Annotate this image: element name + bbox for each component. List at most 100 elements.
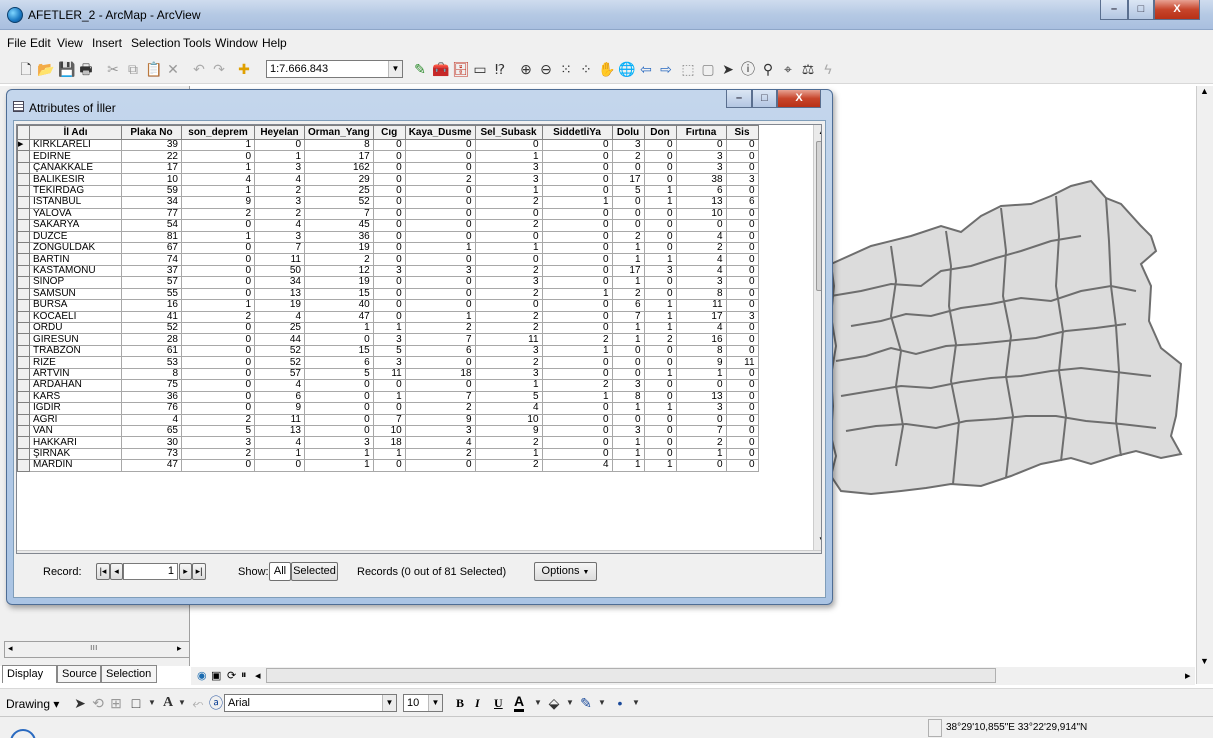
table-cell[interactable]: 52 [121,321,182,335]
row-selector[interactable] [17,413,30,426]
command-window-icon[interactable]: ▭ [472,61,488,77]
table-cell[interactable]: 0 [541,264,613,278]
col-header-dolu[interactable]: Dolu [611,125,645,140]
toc-horizontal-scrollbar[interactable]: ◂ ııı ▸ [4,641,190,658]
table-cell[interactable]: 0 [304,402,374,415]
table-cell[interactable]: 0 [372,276,406,289]
table-cell[interactable]: SAKARYA [29,219,122,232]
table-cell[interactable]: 0 [181,390,255,404]
col-header-don[interactable]: Don [643,125,677,140]
table-cell[interactable]: YALOVA [29,207,122,221]
table-cell[interactable]: 10 [474,413,543,426]
previous-record-button[interactable]: ◂ [110,563,123,580]
row-selector[interactable] [17,207,30,221]
table-cell[interactable]: 2 [675,436,727,449]
menu-tools[interactable]: Tools [183,36,211,50]
table-cell[interactable]: 0 [541,276,613,289]
arctoolbox-icon[interactable]: 🧰 [432,61,449,77]
table-cell[interactable]: 44 [254,333,305,346]
table-cell[interactable]: 55 [121,287,182,301]
table-cell[interactable]: 0 [372,287,406,301]
font-color-button[interactable]: A [514,693,525,712]
table-cell[interactable]: 9 [474,424,543,438]
table-cell[interactable]: 1 [304,447,374,461]
table-row[interactable]: ARDAHAN 75 0 4 0 0 0 1 2 3 0 0 0 [17,379,759,392]
table-cell[interactable]: 0 [643,241,677,255]
undo-icon[interactable]: ↶ [191,61,207,77]
scroll-left-icon[interactable]: ◂ [20,552,24,553]
edit-vertices-icon[interactable]: ⬿ [190,695,206,711]
table-cell[interactable]: 4 [181,173,255,186]
table-cell[interactable]: 47 [304,310,374,324]
row-selector[interactable] [17,424,30,438]
table-cell[interactable]: 13 [675,390,727,404]
table-cell[interactable]: 8 [304,138,374,152]
table-cell[interactable]: 0 [541,356,613,369]
font-name-combo[interactable]: Arial ▼ [224,694,397,712]
menu-edit[interactable]: Edit [30,36,51,50]
attr-maximize-button[interactable]: □ [752,90,777,108]
table-cell[interactable]: 0 [304,333,374,346]
zoom-whole-page-icon[interactable]: ⊞ [108,695,124,711]
table-row[interactable]: MARDİN 47 0 0 1 0 0 2 4 1 1 0 0 [17,459,759,472]
minimize-button[interactable]: – [1100,0,1128,20]
table-cell[interactable]: 61 [121,344,182,358]
table-cell[interactable]: ZONGULDAK [29,241,122,255]
table-cell[interactable]: 1 [474,150,543,163]
table-cell[interactable]: 3 [372,264,406,278]
row-selector[interactable] [17,184,30,198]
table-cell[interactable]: EDİRNE [29,150,122,163]
attr-close-button[interactable]: X [777,90,821,108]
row-selector[interactable] [17,230,30,243]
table-cell[interactable]: 4 [254,436,305,449]
table-row[interactable]: ORDU 52 0 25 1 1 2 2 0 1 1 4 0 [17,321,759,335]
table-cell[interactable]: 2 [181,310,255,324]
rotate-icon[interactable]: ⟲ [90,695,106,711]
row-selector[interactable] [17,459,30,472]
table-cell[interactable]: 0 [541,436,613,449]
table-cell[interactable]: 1 [611,459,645,472]
table-cell[interactable]: 11 [675,299,727,312]
menu-selection[interactable]: Selection [131,36,180,50]
table-cell[interactable]: 2 [474,287,543,301]
table-cell[interactable]: 0 [372,150,406,163]
row-selector[interactable] [17,321,30,335]
table-row[interactable]: VAN 65 5 13 0 10 3 9 0 3 0 7 0 [17,424,759,438]
table-cell[interactable]: 1 [372,447,406,461]
table-cell[interactable]: TRABZON [29,344,122,358]
table-cell[interactable]: 0 [181,150,255,163]
table-cell[interactable]: ŞIRNAK [29,447,122,461]
chevron-down-icon[interactable]: ▼ [144,695,160,711]
table-cell[interactable]: 2 [541,379,613,392]
table-cell[interactable]: 3 [474,367,543,381]
table-cell[interactable]: 0 [725,299,759,312]
table-cell[interactable]: 3 [643,264,677,278]
table-cell[interactable]: 0 [372,402,406,415]
marker-color-icon[interactable]: • [612,695,628,711]
table-cell[interactable]: 0 [643,287,677,301]
table-cell[interactable]: 3 [181,436,255,449]
table-cell[interactable]: TEKİRDAĞ [29,184,122,198]
table-cell[interactable]: 38 [675,173,727,186]
table-cell[interactable]: 2 [611,150,645,163]
col-header-cig[interactable]: Cıg [372,125,406,140]
table-cell[interactable]: 59 [121,184,182,198]
table-cell[interactable]: 0 [304,413,374,426]
table-row[interactable]: İSTANBUL 34 9 3 52 0 0 2 1 0 1 13 6 [17,196,759,209]
table-cell[interactable]: 0 [611,356,645,369]
table-cell[interactable]: 1 [611,436,645,449]
select-elements-icon[interactable]: ➤ [72,695,88,711]
table-cell[interactable]: 1 [675,447,727,461]
table-cell[interactable]: HAKKARİ [29,436,122,449]
table-cell[interactable]: 4 [254,310,305,324]
grid-vertical-scrollbar[interactable]: ▲ ▼ [813,125,821,550]
text-symbol-icon[interactable]: ⓐ [208,695,224,711]
table-cell[interactable]: 25 [304,184,374,198]
table-cell[interactable]: 17 [611,264,645,278]
table-cell[interactable]: 0 [541,447,613,461]
show-all-button[interactable]: All [269,562,291,581]
table-cell[interactable]: 0 [372,184,406,198]
redo-icon[interactable]: ↷ [211,61,227,77]
fixed-zoom-out-icon[interactable]: ⁘ [578,61,594,77]
table-cell[interactable]: 0 [541,253,613,266]
